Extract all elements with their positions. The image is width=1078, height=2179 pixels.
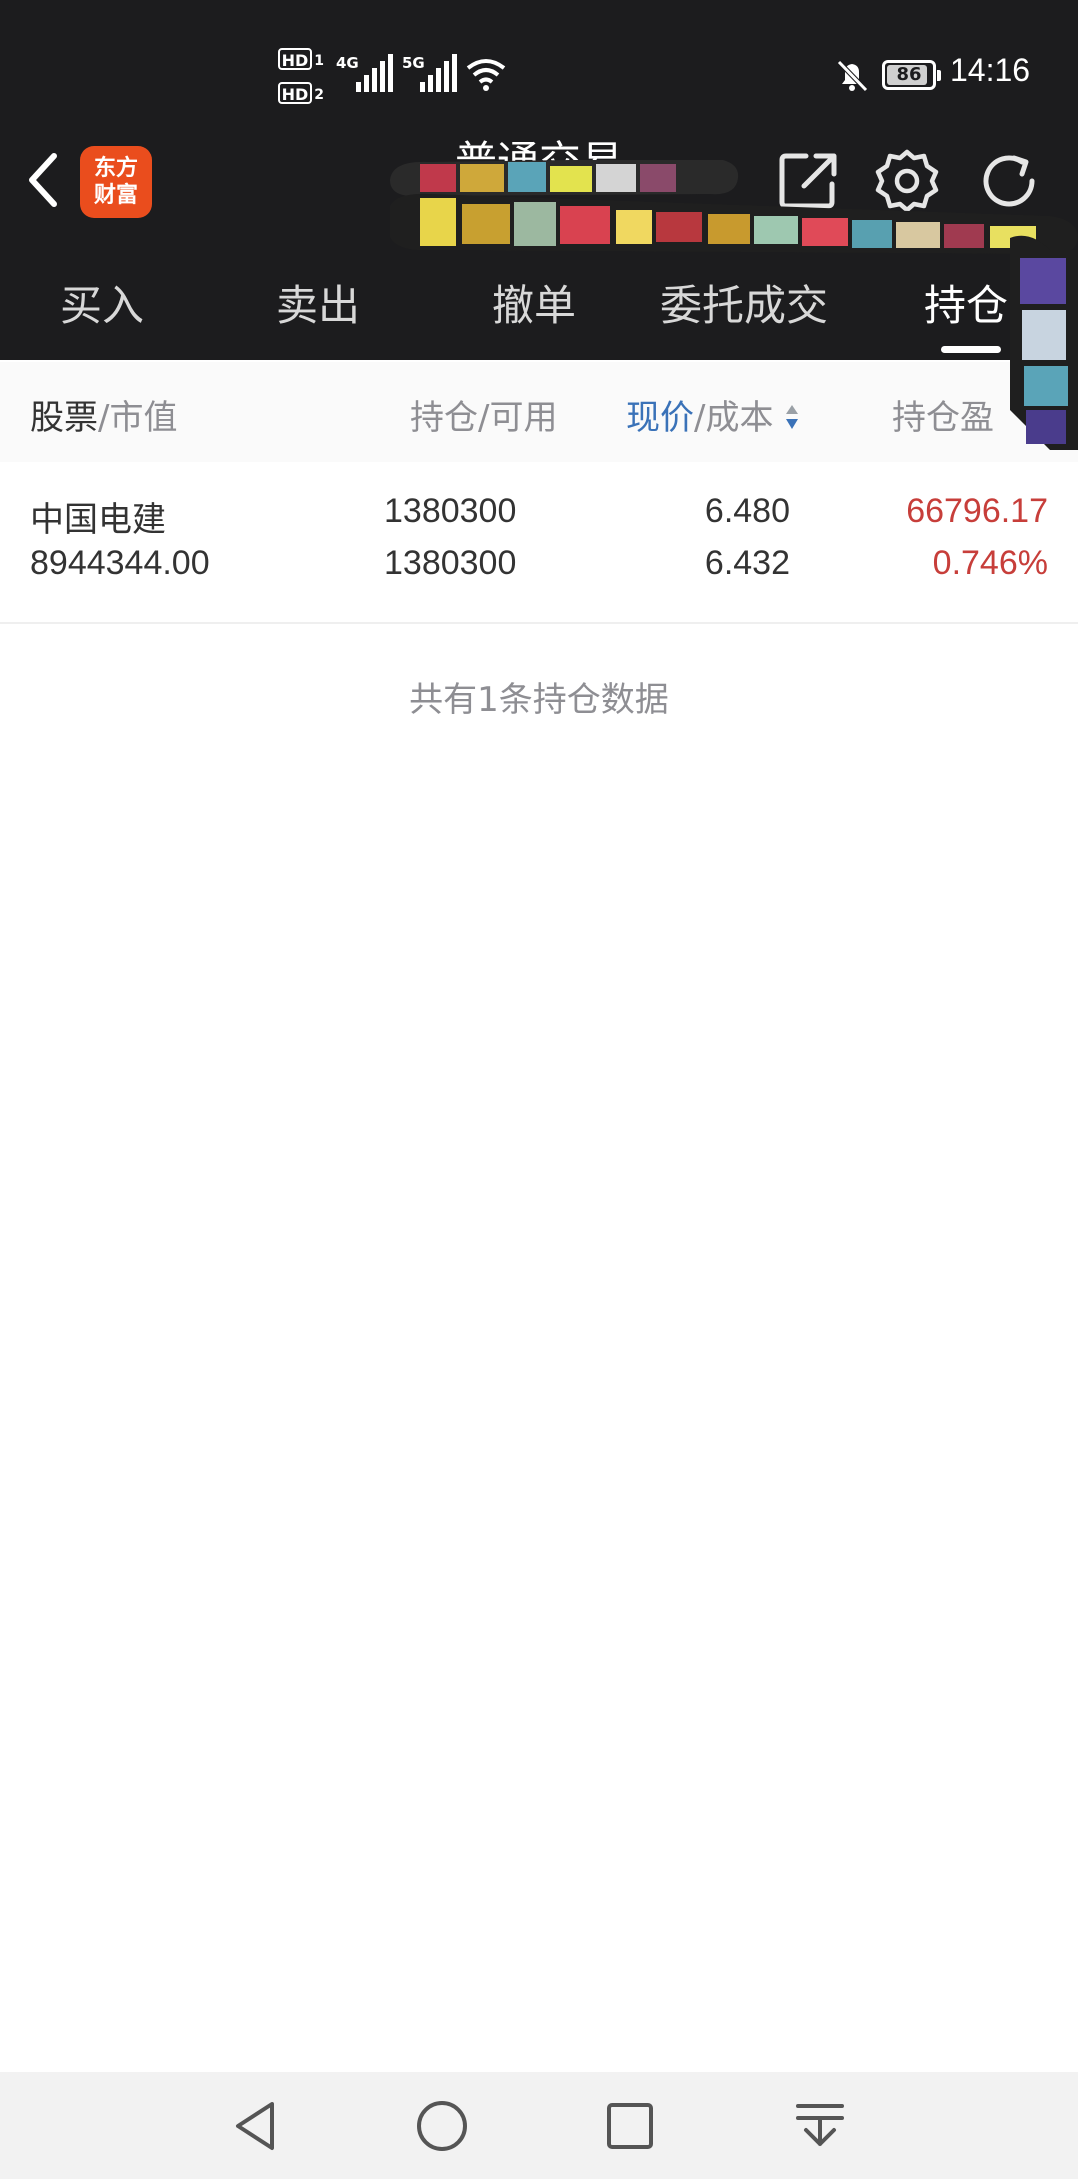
hd-badge-1: HD 1 (278, 48, 324, 70)
profit-amount: 66796.17 (906, 492, 1048, 530)
column-position[interactable]: 持仓/可用 (410, 390, 557, 439)
signal-icon (356, 54, 396, 92)
market-value: 8944344.00 (30, 544, 210, 582)
tab-cancel[interactable]: 撤单 (492, 272, 576, 333)
cost-price: 6.432 (704, 544, 790, 582)
tab-buy[interactable]: 买入 (60, 272, 144, 333)
tab-orders[interactable]: 委托成交 (660, 272, 828, 333)
tab-holdings[interactable]: 持仓 (924, 272, 1008, 333)
column-price[interactable]: 现价/成本 (626, 390, 800, 439)
column-stock[interactable]: 股票/市值 (30, 390, 177, 439)
hd-badge-2: HD 2 (278, 82, 324, 104)
tab-indicator (941, 346, 1001, 353)
status-bar: HD 1 HD 2 4G 5G 86 14:16 (0, 0, 1078, 140)
nav-back-icon[interactable] (226, 2096, 286, 2156)
battery-indicator: 86 (882, 60, 941, 90)
holding-row[interactable]: 中国电建 8944344.00 1380300 1380300 6.480 6.… (0, 462, 1078, 622)
nav-down-icon[interactable] (790, 2096, 850, 2156)
position-qty: 1380300 (384, 492, 517, 530)
top-bar: HD 1 HD 2 4G 5G 86 14:16 东方 财富 普通交易 买入 卖… (0, 0, 1078, 360)
refresh-icon[interactable] (976, 148, 1042, 214)
mute-bell-icon (837, 60, 868, 92)
nav-recent-icon[interactable] (600, 2096, 660, 2156)
wifi-icon (466, 59, 506, 91)
available-qty: 1380300 (384, 544, 517, 582)
settings-icon[interactable] (874, 148, 940, 214)
stock-name: 中国电建 (30, 501, 166, 539)
column-profit[interactable]: 持仓盈 (892, 390, 994, 439)
system-nav-bar (0, 2072, 1078, 2179)
tab-bar: 买入 卖出 撤单 委托成交 持仓 (0, 272, 1078, 342)
sort-icon[interactable] (784, 399, 800, 433)
row-divider (0, 622, 1078, 624)
nav-home-icon[interactable] (412, 2096, 472, 2156)
profit-percent: 0.746% (932, 544, 1048, 582)
tab-sell[interactable]: 卖出 (276, 272, 360, 333)
signal-icon (420, 54, 460, 92)
current-price: 6.480 (704, 492, 790, 530)
status-time: 14:16 (950, 52, 1031, 88)
share-icon[interactable] (776, 148, 842, 214)
holdings-summary: 共有1条持仓数据 (409, 680, 669, 720)
